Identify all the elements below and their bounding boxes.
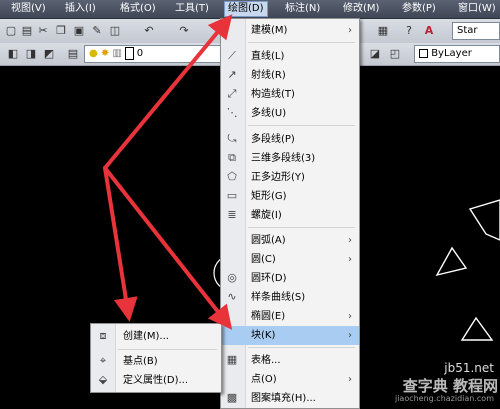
watermark-line2: 查字典 教程网 bbox=[402, 377, 498, 395]
menu-separator bbox=[248, 347, 355, 348]
menu-item-polygon[interactable]: ⬠ 正多边形(Y) bbox=[221, 168, 359, 187]
layer-tools-icon[interactable]: ▤ bbox=[64, 45, 82, 63]
submenu-arrow-icon: › bbox=[348, 254, 352, 265]
ray-icon: ↗ bbox=[227, 68, 237, 81]
cut-icon[interactable]: ✂ bbox=[34, 22, 52, 40]
draw-menu: 建模(M) › ⟋ 直线(L) ↗ 射线(R) ⤢ 构造线(T) ⋱ 多线(U)… bbox=[220, 18, 360, 409]
make-current-icon[interactable]: ◪ bbox=[366, 45, 384, 63]
spline-icon: ∿ bbox=[227, 290, 237, 303]
watermark-line3: jiaocheng.chazidian.com bbox=[394, 394, 494, 403]
create-block-icon: ⧈ bbox=[99, 329, 107, 342]
menu-window[interactable]: 窗口(W) bbox=[455, 2, 499, 16]
table-icon: ▦ bbox=[226, 353, 238, 366]
menu-item-table[interactable]: ▦ 表格... bbox=[221, 351, 359, 370]
submenu-arrow-icon: › bbox=[348, 374, 352, 385]
menu-separator bbox=[248, 125, 355, 126]
donut-icon: ◎ bbox=[227, 271, 237, 284]
layer-properties-icon[interactable]: ◧ bbox=[4, 45, 22, 63]
submenu-arrow-icon: › bbox=[348, 311, 352, 322]
menu-parametric[interactable]: 参数(P) bbox=[399, 2, 439, 16]
menu-item-block[interactable]: 块(K) › bbox=[221, 326, 359, 345]
help-icon[interactable]: ? bbox=[400, 22, 418, 40]
lock-icon: ▥ bbox=[112, 48, 122, 59]
helix-icon: ≣ bbox=[227, 208, 237, 221]
menu-draw[interactable]: 绘图(D) bbox=[224, 1, 268, 17]
text-style-icon[interactable]: A bbox=[420, 22, 438, 40]
menu-item-line[interactable]: ⟋ 直线(L) bbox=[221, 47, 359, 66]
polyline-icon: ⤿ bbox=[227, 132, 237, 145]
menu-modify[interactable]: 修改(M) bbox=[340, 2, 382, 16]
watermark: jb51.net 查字典 教程网 jiaocheng.chazidian.com bbox=[368, 361, 498, 405]
submenu-arrow-icon: › bbox=[348, 330, 352, 341]
menu-item-point[interactable]: 点(O) › bbox=[221, 370, 359, 389]
define-attribute-icon: ⬙ bbox=[98, 373, 108, 386]
redo-icon[interactable]: ↷ bbox=[175, 22, 193, 40]
menu-item-ray[interactable]: ↗ 射线(R) bbox=[221, 66, 359, 85]
submenu-item-define-attribute[interactable]: ⬙ 定义属性(D)... bbox=[91, 371, 221, 390]
linetype-value: ByLayer bbox=[431, 48, 472, 59]
submenu-item-base-point[interactable]: ⌖ 基点(B) bbox=[91, 352, 221, 371]
menu-dimension[interactable]: 标注(N) bbox=[282, 2, 323, 16]
menu-view[interactable]: 视图(V) bbox=[8, 2, 49, 16]
3dpoly-icon: ⧉ bbox=[228, 151, 236, 164]
mline-icon: ⋱ bbox=[226, 106, 238, 119]
menu-tools[interactable]: 工具(T) bbox=[172, 2, 212, 16]
menu-item-arc[interactable]: 圆弧(A) › bbox=[221, 231, 359, 250]
layer-state-icon[interactable]: ◨ bbox=[22, 45, 40, 63]
submenu-arrow-icon: › bbox=[348, 235, 352, 246]
layer-previous-icon[interactable]: ◩ bbox=[40, 45, 58, 63]
menu-item-modeling[interactable]: 建模(M) › bbox=[221, 21, 359, 40]
submenu-arrow-icon: › bbox=[348, 25, 352, 36]
undo-icon[interactable]: ↶ bbox=[140, 22, 158, 40]
menu-format[interactable]: 格式(O) bbox=[117, 2, 159, 16]
layer-name: 0 bbox=[136, 48, 144, 59]
menu-item-ellipse[interactable]: 椭圆(E) › bbox=[221, 307, 359, 326]
lightbulb-icon: ● bbox=[89, 48, 98, 59]
menu-separator bbox=[118, 349, 217, 350]
menu-item-3dpoly[interactable]: ⧉ 三维多段线(3) bbox=[221, 149, 359, 168]
text-style-combo[interactable]: Star bbox=[452, 22, 500, 40]
base-point-icon: ⌖ bbox=[99, 354, 107, 367]
submenu-item-create[interactable]: ⧈ 创建(M)... bbox=[91, 327, 221, 346]
rectangle-icon: ▭ bbox=[226, 189, 238, 202]
menu-bar: 视图(V) 插入(I) 格式(O) 工具(T) 绘图(D) 标注(N) 修改(M… bbox=[0, 0, 500, 19]
menu-item-helix[interactable]: ≣ 螺旋(I) bbox=[221, 206, 359, 225]
color-swatch-icon bbox=[125, 47, 134, 60]
block-submenu: ⧈ 创建(M)... ⌖ 基点(B) ⬙ 定义属性(D)... bbox=[90, 323, 222, 393]
menu-separator bbox=[248, 42, 355, 43]
copy-icon[interactable]: ❐ bbox=[52, 22, 70, 40]
layer-previous2-icon[interactable]: ◰ bbox=[386, 45, 404, 63]
hatch-icon: ▩ bbox=[226, 391, 238, 404]
block-editor-icon[interactable]: ◫ bbox=[106, 22, 124, 40]
menu-item-mline[interactable]: ⋱ 多线(U) bbox=[221, 104, 359, 123]
calculator-icon[interactable]: ▦ bbox=[374, 22, 392, 40]
polygon-icon: ⬠ bbox=[227, 170, 237, 183]
line-icon: ⟋ bbox=[228, 49, 236, 62]
linetype-combo[interactable]: ByLayer bbox=[414, 45, 500, 63]
menu-item-rectangle[interactable]: ▭ 矩形(G) bbox=[221, 187, 359, 206]
menu-separator bbox=[248, 227, 355, 228]
layer-combo[interactable]: ● ✸ ▥ 0 bbox=[84, 45, 222, 63]
sun-icon: ✸ bbox=[100, 48, 110, 59]
menu-insert[interactable]: 插入(I) bbox=[62, 2, 99, 16]
paste-icon[interactable]: ▣ bbox=[70, 22, 88, 40]
menu-item-xline[interactable]: ⤢ 构造线(T) bbox=[221, 85, 359, 104]
menu-item-polyline[interactable]: ⤿ 多段线(P) bbox=[221, 130, 359, 149]
menu-item-hatch[interactable]: ▩ 图案填充(H)... bbox=[221, 389, 359, 408]
color-box-icon bbox=[419, 48, 428, 58]
menu-item-donut[interactable]: ◎ 圆环(D) bbox=[221, 269, 359, 288]
menu-item-spline[interactable]: ∿ 样条曲线(S) bbox=[221, 288, 359, 307]
menu-item-circle[interactable]: 圆(C) › bbox=[221, 250, 359, 269]
xline-icon: ⤢ bbox=[227, 87, 237, 100]
watermark-line1: jb51.net bbox=[444, 361, 494, 375]
match-properties-icon[interactable]: ✎ bbox=[88, 22, 106, 40]
